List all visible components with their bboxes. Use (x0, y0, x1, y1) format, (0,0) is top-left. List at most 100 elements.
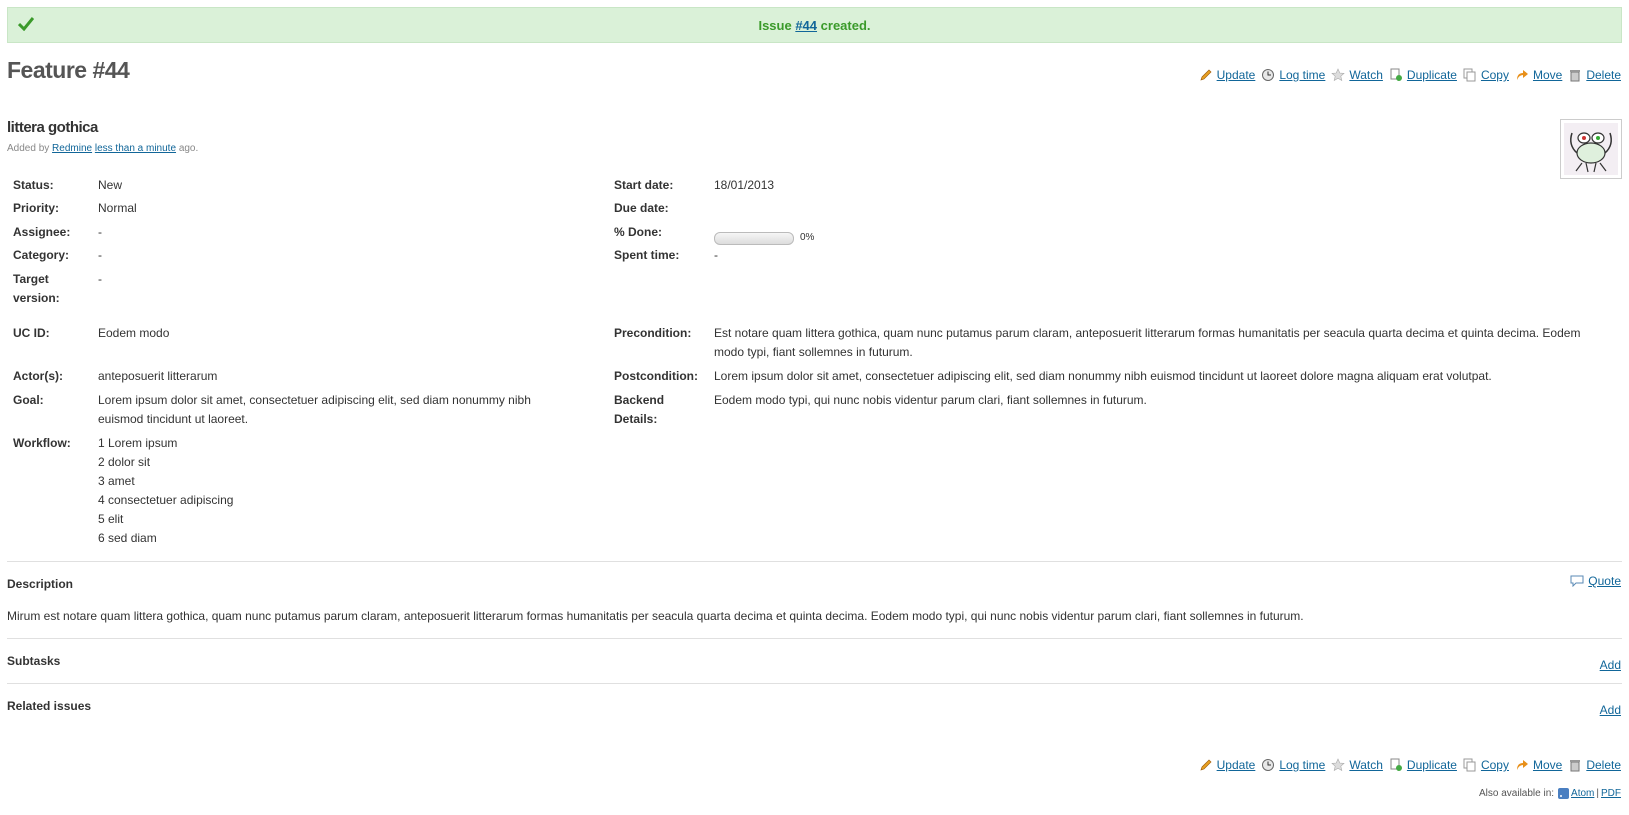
backend-details-value: Eodem modo typi, qui nunc nobis videntur… (714, 393, 1147, 407)
watch-action[interactable]: Watch (1331, 68, 1383, 82)
update-link[interactable]: Update (1217, 68, 1256, 82)
log-time-action[interactable]: Log time (1261, 758, 1325, 772)
watch-link[interactable]: Watch (1349, 68, 1383, 82)
also-available-label: Also available in: (1479, 788, 1555, 799)
time-link[interactable]: less than a minute (95, 143, 176, 154)
issue-link[interactable]: #44 (795, 18, 817, 33)
workflow-step: 6 sed diam (98, 531, 157, 545)
workflow-step: 2 dolor sit (98, 455, 151, 469)
workflow-step: 1 Lorem ipsum (98, 436, 178, 450)
goal-value: Lorem ipsum dolor sit amet, consectetuer… (98, 391, 531, 429)
delete-action[interactable]: Delete (1568, 758, 1621, 772)
log-time-link[interactable]: Log time (1279, 758, 1325, 772)
goal-value-line2: euismod tincidunt ut laoreet. (98, 412, 249, 426)
copy-action[interactable]: Copy (1463, 758, 1509, 772)
assignee-value: - (98, 225, 102, 239)
clock-icon (1262, 69, 1275, 81)
copy-icon (1463, 68, 1476, 82)
log-time-link[interactable]: Log time (1279, 68, 1325, 82)
pencil-icon (1200, 69, 1212, 81)
target-version-label: Target version: (13, 270, 60, 308)
postcondition-value: Lorem ipsum dolor sit amet, consectetuer… (714, 369, 1492, 383)
delete-action[interactable]: Delete (1568, 68, 1621, 82)
workflow-label: Workflow: (13, 436, 71, 450)
related-add-action[interactable]: Add (1600, 703, 1621, 717)
copy-icon (1463, 758, 1476, 772)
precondition-line2: modo typi, fiant sollemnes in futurum. (714, 345, 913, 359)
duplicate-icon (1390, 758, 1402, 771)
watch-link[interactable]: Watch (1349, 758, 1383, 772)
issue-subject: littera gothica (7, 119, 98, 136)
description-text: Mirum est notare quam littera gothica, q… (7, 609, 1304, 623)
goal-value-line1: Lorem ipsum dolor sit amet, consectetuer… (98, 393, 531, 407)
uc-id-value: Eodem modo (98, 326, 170, 340)
frog-avatar-icon (1564, 123, 1618, 175)
clock-icon (1262, 759, 1275, 771)
duplicate-link[interactable]: Duplicate (1407, 758, 1457, 772)
atom-link[interactable]: Atom (1571, 788, 1594, 799)
trash-icon (1570, 70, 1581, 82)
status-value: New (98, 178, 123, 192)
star-icon (1331, 68, 1346, 82)
separator: | (1596, 788, 1599, 799)
related-add-link[interactable]: Add (1600, 703, 1621, 717)
delete-link[interactable]: Delete (1586, 758, 1621, 772)
copy-link[interactable]: Copy (1481, 68, 1509, 82)
duplicate-icon (1390, 68, 1402, 81)
log-time-action[interactable]: Log time (1261, 68, 1325, 82)
pdf-link[interactable]: PDF (1601, 788, 1621, 799)
watch-action[interactable]: Watch (1331, 758, 1383, 772)
quote-link[interactable]: Quote (1588, 574, 1621, 588)
move-action[interactable]: Move (1515, 758, 1562, 772)
workflow-step: 3 amet (98, 474, 135, 488)
copy-action[interactable]: Copy (1463, 68, 1509, 82)
ago-label: ago. (178, 143, 199, 154)
priority-label: Priority: (13, 201, 60, 215)
flash-message: Issue #44 created. (8, 18, 1621, 33)
description-title: Description (7, 577, 74, 591)
precondition-value: Est notare quam littera gothica, quam nu… (714, 324, 1619, 362)
move-link[interactable]: Move (1533, 68, 1562, 82)
duplicate-link[interactable]: Duplicate (1407, 68, 1457, 82)
actors-value: anteposuerit litterarum (98, 369, 218, 383)
rss-icon (1558, 788, 1570, 799)
quote-action[interactable]: Quote (1570, 574, 1621, 588)
flash-notice: Issue #44 created. (7, 7, 1622, 43)
update-link[interactable]: Update (1217, 758, 1256, 772)
done-label: % Done: (614, 225, 662, 239)
also-available: Also available in: Atom | PDF (1479, 788, 1621, 799)
divider (7, 561, 1622, 562)
duplicate-action[interactable]: Duplicate (1389, 68, 1457, 82)
avatar (1560, 119, 1622, 179)
backend-label-line2: Details: (614, 412, 658, 426)
subtasks-add-link[interactable]: Add (1600, 658, 1621, 672)
pencil-icon (1200, 759, 1212, 771)
delete-link[interactable]: Delete (1586, 68, 1621, 82)
update-action[interactable]: Update (1199, 758, 1256, 772)
category-label: Category: (13, 248, 70, 262)
category-value: - (98, 248, 102, 262)
subtasks-add-action[interactable]: Add (1600, 658, 1621, 672)
backend-details-label: Backend Details: (614, 391, 664, 429)
backend-label-line1: Backend (614, 393, 665, 407)
author-link[interactable]: Redmine (52, 143, 92, 154)
status-label: Status: (13, 178, 54, 192)
move-arrow-icon (1516, 70, 1528, 80)
move-link[interactable]: Move (1533, 758, 1562, 772)
star-icon (1331, 758, 1346, 772)
divider (7, 638, 1622, 639)
start-date-label: Start date: (614, 178, 674, 192)
done-progress-bar (714, 232, 794, 245)
update-action[interactable]: Update (1199, 68, 1256, 82)
workflow-step: 4 consectetuer adipiscing (98, 493, 234, 507)
spent-time-value: - (714, 248, 718, 262)
spent-time-label: Spent time: (614, 248, 680, 262)
subtasks-title: Subtasks (7, 654, 61, 668)
uc-id-label: UC ID: (13, 326, 50, 340)
flash-suffix: created. (820, 18, 871, 33)
move-action[interactable]: Move (1515, 68, 1562, 82)
copy-link[interactable]: Copy (1481, 758, 1509, 772)
duplicate-action[interactable]: Duplicate (1389, 758, 1457, 772)
trash-icon (1570, 760, 1581, 772)
flash-prefix: Issue (758, 18, 792, 33)
